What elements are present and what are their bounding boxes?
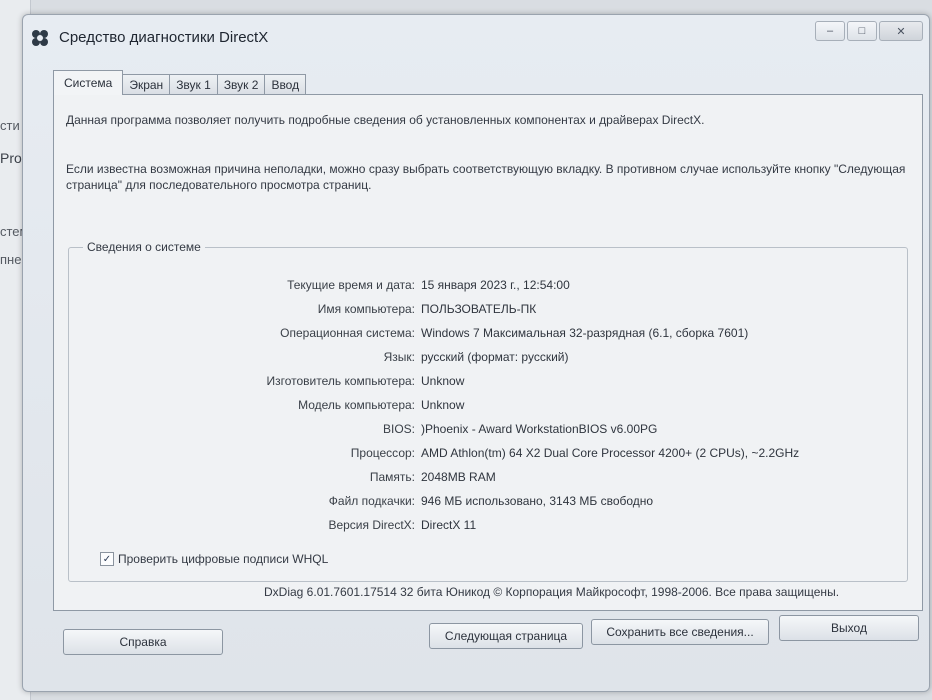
info-row-page-file: Файл подкачки: 946 МБ использовано, 3143… (69, 494, 907, 514)
info-label: Процессор: (350, 446, 415, 460)
info-label: Память: (369, 470, 415, 484)
info-value: 2048MB RAM (421, 470, 496, 484)
info-value: ПОЛЬЗОВАТЕЛЬ-ПК (421, 302, 537, 316)
info-value: русский (формат: русский) (421, 350, 569, 364)
background-text: сти (0, 118, 20, 133)
background-text: Pro (0, 150, 22, 166)
window-title: Средство диагностики DirectX (59, 29, 269, 46)
info-row-language: Язык: русский (формат: русский) (69, 350, 907, 370)
info-row-os: Операционная система: Windows 7 Максимал… (69, 326, 907, 346)
directx-icon (32, 30, 48, 46)
info-label: Текущие время и дата: (287, 278, 415, 292)
info-row-memory: Память: 2048MB RAM (69, 470, 907, 490)
info-row-datetime: Текущие время и дата: 15 января 2023 г.,… (69, 278, 907, 298)
info-label: Язык: (383, 350, 415, 364)
info-value: )Phoenix - Award WorkstationBIOS v6.00PG (421, 422, 658, 436)
info-value: 15 января 2023 г., 12:54:00 (421, 278, 570, 292)
title-bar[interactable]: Средство диагностики DirectX – □ ✕ (23, 15, 929, 57)
background-text: пне (0, 252, 22, 267)
maximize-button[interactable]: □ (847, 21, 877, 41)
version-copyright: DxDiag 6.01.7601.17514 32 бита Юникод © … (264, 585, 840, 599)
tab-sound-2[interactable]: Звук 2 (216, 74, 266, 95)
info-row-directx-version: Версия DirectX: DirectX 11 (69, 518, 907, 538)
info-row-bios: BIOS: )Phoenix - Award WorkstationBIOS v… (69, 422, 907, 442)
group-title: Сведения о системе (83, 240, 205, 254)
info-row-model: Модель компьютера: Unknow (69, 398, 907, 418)
tab-sound-1[interactable]: Звук 1 (169, 74, 218, 95)
window-controls: – □ ✕ (815, 21, 923, 41)
dxdiag-window: Средство диагностики DirectX – □ ✕ Систе… (22, 14, 930, 692)
info-label: Модель компьютера: (298, 398, 415, 412)
info-row-computer-name: Имя компьютера: ПОЛЬЗОВАТЕЛЬ-ПК (69, 302, 907, 322)
system-tab-panel: Данная программа позволяет получить подр… (53, 94, 923, 611)
info-value: AMD Athlon(tm) 64 X2 Dual Core Processor… (421, 446, 800, 460)
info-row-processor: Процессор: AMD Athlon(tm) 64 X2 Dual Cor… (69, 446, 907, 466)
close-button[interactable]: ✕ (879, 21, 923, 41)
info-value: Windows 7 Максимальная 32-разрядная (6.1… (421, 326, 749, 340)
info-label: BIOS: (382, 422, 415, 436)
info-label: Изготовитель компьютера: (266, 374, 416, 388)
tab-input[interactable]: Ввод (264, 74, 307, 95)
info-label: Операционная система: (280, 326, 415, 340)
info-value: Unknow (421, 398, 465, 412)
tab-display[interactable]: Экран (122, 74, 171, 95)
intro-hint-text: Если известна возможная причина неполадк… (66, 162, 906, 192)
whql-checkbox-row[interactable]: ✓ Проверить цифровые подписи WHQL (100, 552, 328, 566)
info-label: Версия DirectX: (328, 518, 415, 532)
info-row-manufacturer: Изготовитель компьютера: Unknow (69, 374, 907, 394)
info-value: 946 МБ использовано, 3143 МБ свободно (421, 494, 654, 508)
info-label: Файл подкачки: (328, 494, 415, 508)
tab-strip: Система Экран Звук 1 Звук 2 Ввод (53, 70, 307, 95)
minimize-button[interactable]: – (815, 21, 845, 41)
save-all-info-button[interactable]: Сохранить все сведения... (591, 619, 769, 645)
tab-system[interactable]: Система (53, 70, 124, 95)
whql-checkbox[interactable]: ✓ (100, 552, 114, 566)
intro-text: Данная программа позволяет получить подр… (66, 113, 705, 127)
whql-label: Проверить цифровые подписи WHQL (118, 552, 329, 566)
info-value: Unknow (421, 374, 465, 388)
help-button[interactable]: Справка (63, 629, 223, 655)
info-label: Имя компьютера: (317, 302, 415, 316)
next-page-button[interactable]: Следующая страница (429, 623, 583, 649)
exit-button[interactable]: Выход (779, 615, 919, 641)
system-info-group: Сведения о системе Текущие время и дата:… (68, 240, 908, 582)
info-value: DirectX 11 (421, 518, 477, 532)
